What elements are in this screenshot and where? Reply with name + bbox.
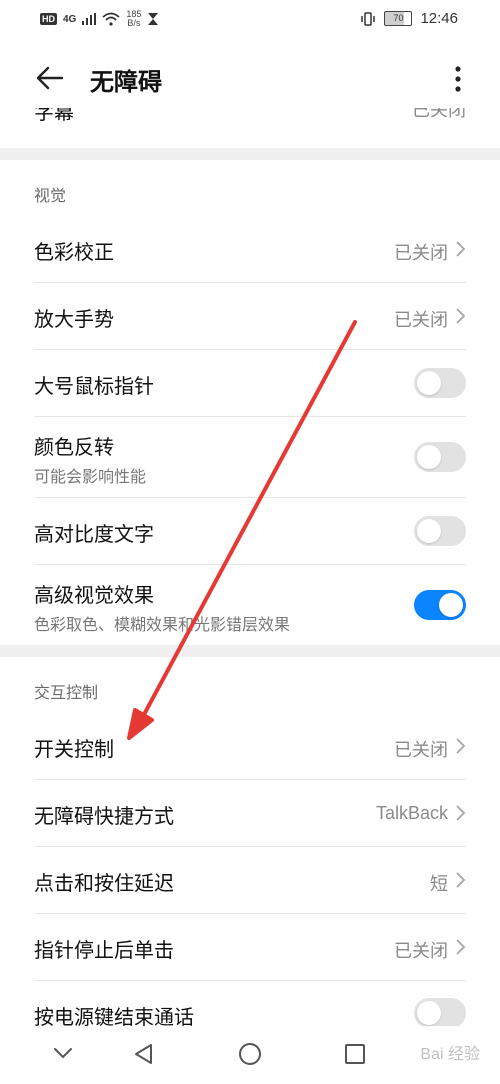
row-large-pointer: 大号鼠标指针 (0, 350, 500, 416)
signal-icon (82, 13, 97, 25)
row-subtitle: 可能会影响性能 (34, 467, 147, 486)
row-label: 大号鼠标指针 (34, 374, 154, 398)
power-ends-call-toggle[interactable] (414, 998, 466, 1028)
toggle-knob (417, 519, 441, 543)
net-speed: 185 B/s (126, 10, 141, 28)
chevron-right-icon (456, 939, 466, 955)
color-inversion-toggle[interactable] (414, 442, 466, 472)
row-subtitle: 色彩取色、模糊效果和光影错层效果 (34, 615, 291, 634)
nav-recents-icon[interactable] (344, 1043, 366, 1065)
row-label: 高对比度文字 (34, 522, 154, 546)
row-label: 开关控制 (34, 737, 114, 761)
row-color-correction[interactable]: 色彩校正 已关闭 (0, 216, 500, 282)
chevron-right-icon (456, 241, 466, 257)
row-high-contrast-text: 高对比度文字 (0, 498, 500, 564)
toggle-knob (417, 445, 441, 469)
status-right: 70 12:46 (360, 10, 458, 27)
section-divider (0, 645, 500, 657)
row-color-inversion: 颜色反转 可能会影响性能 (0, 417, 500, 497)
row-label: 放大手势 (34, 307, 114, 331)
row-value: 短 (430, 874, 448, 894)
row-value: 已关闭 (394, 310, 448, 330)
chevron-right-icon (456, 805, 466, 821)
status-left: HD 4G 185 B/s (40, 10, 159, 28)
large-pointer-toggle[interactable] (414, 368, 466, 398)
more-options-icon[interactable] (446, 64, 470, 94)
row-value: 已关闭 (394, 740, 448, 760)
row-advanced-visual-effects: 高级视觉效果 色彩取色、模糊效果和光影错层效果 (0, 565, 500, 645)
watermark: Bai 经验 (420, 1046, 480, 1063)
row-label: 色彩校正 (34, 240, 114, 264)
chevron-right-icon (456, 308, 466, 324)
row-label: 高级视觉效果 (34, 583, 154, 607)
page-title: 无障碍 (90, 68, 162, 96)
wifi-icon (102, 12, 120, 26)
row-magnification-gesture[interactable]: 放大手势 已关闭 (0, 283, 500, 349)
row-label: 点击和按住延迟 (34, 871, 174, 895)
hourglass-icon (148, 13, 159, 25)
toggle-knob (417, 371, 441, 395)
section-title-interaction: 交互控制 (34, 683, 99, 702)
row-value: 已关闭 (412, 108, 466, 121)
app-bar: 无障碍 (0, 48, 500, 108)
nav-home-icon[interactable] (238, 1042, 262, 1066)
status-bar: HD 4G 185 B/s 70 12:46 (0, 0, 500, 40)
hd-badge: HD (40, 13, 57, 25)
back-arrow-icon[interactable] (34, 62, 66, 94)
clipped-row-captions[interactable]: 字幕 已关闭 (34, 108, 466, 128)
row-label: 字幕 (34, 108, 74, 124)
nav-back-icon[interactable] (132, 1042, 154, 1066)
section-divider (0, 148, 500, 160)
clock: 12:46 (420, 10, 458, 27)
toggle-knob (439, 593, 463, 617)
advanced-visual-toggle[interactable] (414, 590, 466, 620)
high-contrast-toggle[interactable] (414, 516, 466, 546)
row-value: 已关闭 (394, 243, 448, 263)
chevron-right-icon (456, 872, 466, 888)
row-label: 颜色反转 (34, 435, 114, 459)
battery-indicator: 70 (384, 11, 413, 26)
nav-hide-icon[interactable] (52, 1046, 74, 1060)
chevron-right-icon (456, 738, 466, 754)
row-value: 已关闭 (394, 941, 448, 961)
row-value: TalkBack (375, 803, 448, 823)
row-touch-hold-delay[interactable]: 点击和按住延迟 短 (0, 847, 500, 913)
row-accessibility-shortcut[interactable]: 无障碍快捷方式 TalkBack (0, 780, 500, 846)
toggle-knob (417, 1001, 441, 1025)
row-dwell-click[interactable]: 指针停止后单击 已关闭 (0, 914, 500, 980)
speed-unit: B/s (127, 18, 141, 28)
vibrate-icon (361, 11, 376, 26)
row-switch-control[interactable]: 开关控制 已关闭 (0, 713, 500, 779)
section-title-vision: 视觉 (34, 186, 67, 205)
network-type: 4G (63, 13, 77, 25)
row-label: 无障碍快捷方式 (34, 804, 174, 828)
row-label: 指针停止后单击 (34, 938, 174, 962)
row-power-ends-call: 按电源键结束通话 (0, 981, 500, 1031)
